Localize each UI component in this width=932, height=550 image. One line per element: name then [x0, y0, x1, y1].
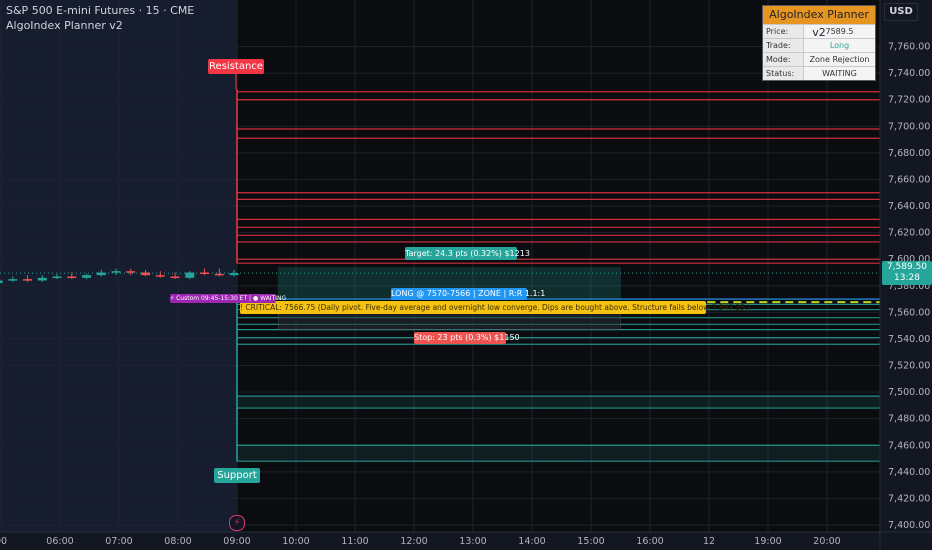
y-tick-label: 7,640.00	[888, 201, 930, 212]
currency-button[interactable]: USD	[884, 3, 918, 21]
candle-body	[8, 279, 18, 281]
panel-label: Trade:	[763, 38, 804, 53]
event-bolt-icon[interactable]: ⚡	[229, 515, 245, 531]
candle-body	[126, 271, 136, 273]
x-tick-label: 12	[703, 536, 715, 547]
x-tick-label: 12:00	[400, 536, 427, 547]
y-tick-label: 7,720.00	[888, 95, 930, 106]
support-label: Support	[214, 468, 260, 483]
x-tick-label: 19:00	[754, 536, 781, 547]
x-tick-label: 00	[0, 536, 7, 547]
panel-row-status: Status: WAITING	[763, 66, 875, 80]
entry-label: LONG @ 7570-7566 | ZONE | R:R 1.1:1	[391, 288, 546, 300]
planner-panel: AlgoIndex Planner v2 Price: 7589.5 Trade:…	[762, 5, 876, 81]
current-price-tag: 7,589.50 13:28	[882, 261, 932, 285]
panel-label: Mode:	[763, 52, 804, 67]
indicator-title[interactable]: AlgoIndex Planner v2	[6, 19, 123, 32]
y-tick-label: 7,400.00	[888, 520, 930, 531]
symbol-title: S&P 500 E-mini Futures · 15 · CME	[6, 4, 195, 17]
candle-body	[200, 272, 210, 274]
x-tick-label: 11:00	[341, 536, 368, 547]
x-tick-label: 16:00	[636, 536, 663, 547]
candle-body	[23, 279, 33, 281]
x-tick-label: 13:00	[459, 536, 486, 547]
resistance-label: Resistance	[208, 59, 264, 74]
x-tick-label: 07:00	[105, 536, 132, 547]
y-tick-label: 7,420.00	[888, 493, 930, 504]
y-tick-label: 7,460.00	[888, 440, 930, 451]
panel-row-mode: Mode: Zone Rejection	[763, 52, 875, 67]
candle-body	[0, 280, 3, 284]
candle-body	[111, 271, 121, 273]
y-tick-label: 7,620.00	[888, 228, 930, 239]
support-band-fill	[237, 396, 880, 409]
candle-body	[141, 272, 151, 276]
candle-body	[155, 275, 165, 277]
panel-label: Status:	[763, 66, 804, 80]
bar-countdown: 13:28	[894, 273, 920, 283]
candle-body	[37, 277, 47, 281]
current-price: 7,589.50	[886, 262, 928, 272]
session-status-label: ⚡ Custom 09:45-15:30 ET | ● WAITING	[170, 294, 287, 303]
target-label: Target: 24.3 pts (0.32%) $1213	[405, 247, 530, 260]
y-tick-label: 7,760.00	[888, 42, 930, 53]
critical-level-label: ! CRITICAL: 7566.75 (Daily pivot. Five-d…	[240, 301, 751, 314]
x-tick-label: 20:00	[813, 536, 840, 547]
y-tick-label: 7,740.00	[888, 68, 930, 79]
y-tick-label: 7,680.00	[888, 148, 930, 159]
y-tick-label: 7,440.00	[888, 467, 930, 478]
panel-label: Price:	[763, 24, 804, 39]
x-tick-label: 09:00	[223, 536, 250, 547]
candle-body	[185, 272, 195, 278]
support-band-fill	[237, 445, 880, 462]
y-tick-label: 7,660.00	[888, 174, 930, 185]
panel-value: Zone Rejection	[803, 52, 875, 67]
candle-body	[170, 276, 180, 278]
x-tick-label: 10:00	[282, 536, 309, 547]
y-tick-label: 7,540.00	[888, 334, 930, 345]
x-tick-label: 15:00	[577, 536, 604, 547]
candle-body	[82, 275, 92, 278]
y-tick-label: 7,480.00	[888, 414, 930, 425]
x-tick-label: 14:00	[518, 536, 545, 547]
y-tick-label: 7,700.00	[888, 121, 930, 132]
x-tick-label: 06:00	[46, 536, 73, 547]
candle-body	[52, 276, 62, 278]
price-chart[interactable]: 7,400.00 7,420.00 7,440.00 7,460.00 7,480.00…	[0, 0, 932, 550]
candle-body	[96, 272, 106, 276]
y-tick-label: 7,560.00	[888, 307, 930, 318]
candle-body	[229, 273, 239, 276]
y-tick-label: 7,520.00	[888, 361, 930, 372]
panel-title: AlgoIndex Planner v2	[763, 6, 875, 39]
y-tick-label: 7,500.00	[888, 387, 930, 398]
stop-label: Stop: 23 pts (0.3%) $1150	[414, 332, 520, 344]
candle-body	[214, 273, 224, 276]
x-tick-label: 08:00	[164, 536, 191, 547]
candle-body	[67, 276, 77, 278]
panel-value: WAITING	[803, 66, 875, 80]
